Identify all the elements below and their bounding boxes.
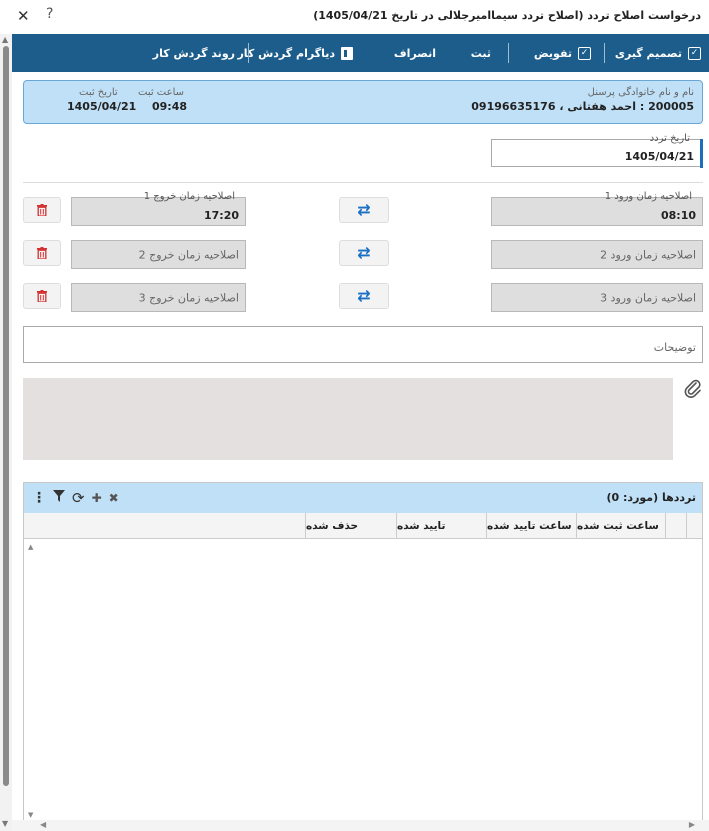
swap-button-2[interactable]: ⇄ xyxy=(339,240,389,266)
exit-time-1-label: اصلاحیه زمان خروج 1 xyxy=(141,191,237,202)
traffic-date-field[interactable]: تاریخ تردد 1405/04/21 xyxy=(491,133,703,168)
traffic-date-label: تاریخ تردد xyxy=(647,133,692,144)
exit-time-2-placeholder: اصلاحیه زمان خروج 2 xyxy=(138,248,239,261)
attachment-drop-area[interactable] xyxy=(23,378,673,460)
swap-button-1[interactable]: ⇄ xyxy=(339,197,389,223)
entry-time-2-field[interactable]: اصلاحیه زمان ورود 2 xyxy=(491,240,703,269)
grid-column-select[interactable] xyxy=(665,513,686,539)
register-button[interactable]: ثبت xyxy=(471,34,491,72)
scroll-right-arrow-icon[interactable]: ▶ xyxy=(689,820,695,829)
grid-column-header: ساعت ثبت شده ساعت تایید شده تایید شده حذ… xyxy=(24,513,702,539)
trash-icon xyxy=(37,204,47,216)
entry-time-1-label: اصلاحیه زمان ورود 1 xyxy=(602,191,694,202)
entry-time-3-field[interactable]: اصلاحیه زمان ورود 3 xyxy=(491,283,703,312)
exit-time-3-placeholder: اصلاحیه زمان خروج 3 xyxy=(138,291,239,304)
cancel-button[interactable]: انصراف xyxy=(394,34,436,72)
section-divider xyxy=(23,182,703,183)
remove-tag-icon[interactable]: ✖ xyxy=(109,491,119,505)
exit-time-3-field[interactable]: اصلاحیه زمان خروج 3 xyxy=(71,283,246,312)
decide-button[interactable]: ✓ تصمیم گیری xyxy=(615,34,701,72)
help-icon[interactable]: ? xyxy=(46,6,53,22)
diagram-button[interactable]: دیاگرام گردش کار xyxy=(237,34,353,72)
delete-button-1[interactable] xyxy=(23,197,61,223)
person-label: نام و نام خانوادگی پرسنل xyxy=(587,87,694,98)
scroll-up-arrow-icon[interactable]: ▲ xyxy=(2,35,8,44)
column-registered-time[interactable]: ساعت ثبت شده xyxy=(576,513,665,539)
grid-title: ترددها (مورد: 0) xyxy=(606,491,696,504)
refresh-icon[interactable]: ⟳ xyxy=(72,489,85,507)
entry-time-1-value: 08:10 xyxy=(660,209,696,222)
checkbox-icon: ✓ xyxy=(688,46,701,60)
trash-icon xyxy=(37,290,47,302)
grid-scroll-down-icon[interactable]: ▼ xyxy=(28,811,33,819)
filter-icon[interactable] xyxy=(53,490,65,506)
scroll-down-arrow-icon[interactable]: ▼ xyxy=(2,819,8,828)
focus-indicator xyxy=(700,139,703,168)
horizontal-scrollbar[interactable]: ◀ ▶ xyxy=(12,820,709,831)
checkbox-icon: ✓ xyxy=(578,46,591,60)
workflow-label: روند گردش کار xyxy=(152,46,235,60)
entry-time-3-placeholder: اصلاحیه زمان ورود 3 xyxy=(600,291,696,304)
register-time-label: ساعت ثبت xyxy=(138,87,185,98)
swap-arrows-icon: ⇄ xyxy=(357,200,371,219)
cancel-label: انصراف xyxy=(393,46,436,60)
traffic-grid: ترددها (مورد: 0) ⋮ ⟳ ✚ ✖ ساعت ثبت شده سا… xyxy=(23,482,703,831)
vertical-scrollbar[interactable]: ▲ ▼ xyxy=(0,34,12,831)
delete-button-2[interactable] xyxy=(23,240,61,266)
action-toolbar: ✓ تصمیم گیری ✓ تفویض ثبت انصراف دیاگرام … xyxy=(12,34,709,72)
grid-tools: ⋮ ⟳ ✚ ✖ xyxy=(32,489,119,507)
traffic-date-value: 1405/04/21 xyxy=(624,150,694,163)
delete-button-3[interactable] xyxy=(23,283,61,309)
person-value: 200005 : احمد هفتانی ، 09196635176 xyxy=(471,100,694,113)
decide-label: تصمیم گیری xyxy=(614,46,682,60)
swap-arrows-icon: ⇄ xyxy=(357,243,371,262)
exit-time-2-field[interactable]: اصلاحیه زمان خروج 2 xyxy=(71,240,246,269)
register-label: ثبت xyxy=(470,46,491,60)
register-date-label: تاریخ ثبت xyxy=(79,87,118,98)
column-approved-time[interactable]: ساعت تایید شده xyxy=(486,513,576,539)
grid-column-spacer xyxy=(686,513,702,539)
workflow-button[interactable]: روند گردش کار xyxy=(153,34,235,72)
scroll-left-arrow-icon[interactable]: ◀ xyxy=(40,820,46,829)
scrollbar-thumb[interactable] xyxy=(3,46,9,786)
delegate-button[interactable]: ✓ تفویض xyxy=(534,34,591,72)
employee-info-panel: نام و نام خانوادگی پرسنل 200005 : احمد ه… xyxy=(23,80,703,124)
more-options-icon[interactable]: ⋮ xyxy=(32,490,46,506)
exit-time-1-field[interactable]: اصلاحیه زمان خروج 1 17:20 xyxy=(71,191,246,226)
toolbar-divider xyxy=(508,43,509,63)
swap-button-3[interactable]: ⇄ xyxy=(339,283,389,309)
delegate-label: تفویض xyxy=(533,46,572,60)
paperclip-icon[interactable] xyxy=(683,378,703,403)
column-approved[interactable]: تایید شده xyxy=(396,513,486,539)
trash-icon xyxy=(37,247,47,259)
entry-time-1-field[interactable]: اصلاحیه زمان ورود 1 08:10 xyxy=(491,191,703,226)
add-tag-icon[interactable]: ✚ xyxy=(92,491,102,505)
grid-scroll-up-icon[interactable]: ▲ xyxy=(28,543,33,551)
exit-door-icon xyxy=(341,46,353,60)
description-placeholder: توضیحات xyxy=(653,341,696,354)
description-field[interactable]: توضیحات xyxy=(23,326,703,363)
toolbar-divider xyxy=(248,43,249,63)
entry-time-2-placeholder: اصلاحیه زمان ورود 2 xyxy=(600,248,696,261)
window-title: درخواست اصلاح تردد (اصلاح تردد سیماامیرج… xyxy=(313,9,701,22)
title-bar: درخواست اصلاح تردد (اصلاح تردد سیماامیرج… xyxy=(0,0,709,34)
register-date-value: 1405/04/21 xyxy=(67,100,137,113)
exit-time-1-value: 17:20 xyxy=(203,209,239,222)
swap-arrows-icon: ⇄ xyxy=(357,286,371,305)
column-deleted[interactable]: حذف شده xyxy=(305,513,396,539)
close-icon[interactable]: ✕ xyxy=(17,7,30,25)
diagram-label: دیاگرام گردش کار xyxy=(237,46,335,60)
register-time-value: 09:48 xyxy=(152,100,188,113)
grid-header: ترددها (مورد: 0) ⋮ ⟳ ✚ ✖ xyxy=(24,483,702,513)
toolbar-divider xyxy=(604,43,605,63)
